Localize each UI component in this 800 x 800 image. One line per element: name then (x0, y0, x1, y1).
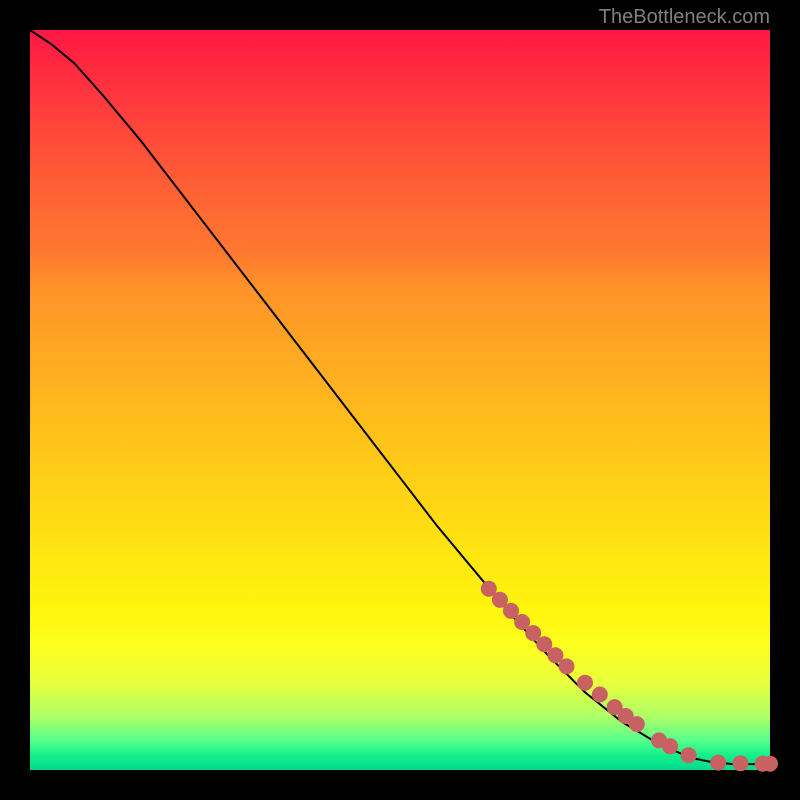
plot-area (30, 30, 770, 770)
scatter-point (662, 738, 678, 754)
scatter-point (577, 675, 593, 691)
scatter-point (762, 756, 778, 772)
scatter-point (732, 755, 748, 771)
scatter-point (559, 658, 575, 674)
scatter-point (629, 716, 645, 732)
curve-svg (30, 30, 770, 770)
scatter-point (710, 755, 726, 771)
scatter-point (681, 747, 697, 763)
scatter-point (592, 687, 608, 703)
bottleneck-curve-line (30, 30, 770, 764)
attribution-label: TheBottleneck.com (599, 6, 770, 29)
chart-container: TheBottleneck.com (0, 0, 800, 800)
scatter-markers (481, 581, 778, 772)
